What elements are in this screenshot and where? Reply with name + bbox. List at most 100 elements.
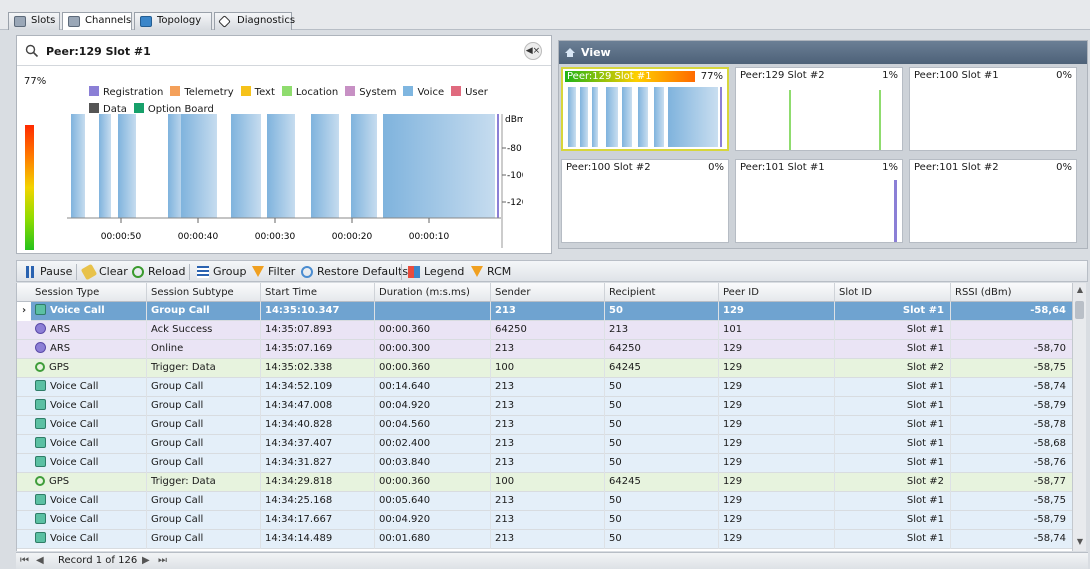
last-record-icon[interactable]: ⏭ [158,555,167,566]
table-cell: 213 [491,340,605,359]
table-cell: 50 [605,397,719,416]
activity-bar [311,114,339,218]
next-record-icon[interactable]: ▶ [142,555,150,566]
cell-text: Voice Call [50,533,99,544]
filter-button[interactable]: Filter [252,264,295,280]
cell-text: -58,64 [1030,305,1066,316]
column-header[interactable]: Slot ID [835,283,951,302]
rcm-button[interactable]: RCM [471,264,511,280]
restore-defaults-button[interactable]: Restore Defaults [301,264,408,280]
table-row[interactable]: Voice Call Group Call 14:34:17.667 00:04.92… [17,511,1072,530]
cell-text: Trigger: Data [151,476,216,487]
cell-text: Voice Call [50,495,99,506]
cell-text: 14:35:07.169 [265,343,333,354]
scroll-up-icon[interactable]: ▲ [1073,285,1087,297]
cell-text: 14:34:29.818 [265,476,333,487]
tile-peer100-slot1[interactable]: Peer:100 Slot #1 0% [909,67,1077,151]
legend-icon [408,266,420,278]
table-cell: Group Call [147,530,261,549]
first-record-icon[interactable]: ⏮ [20,555,29,566]
column-header[interactable]: Session Type [31,283,147,302]
cell-text: 14:34:37.407 [265,438,333,449]
pause-button[interactable]: Pause [24,264,72,280]
chart-legend: Registration Telemetry Text Location System V… [89,84,529,118]
cell-text: Group Call [151,533,204,544]
table-row[interactable]: GPS Trigger: Data 14:34:29.818 00:00.360 100… [17,473,1072,492]
activity-bar [231,114,261,218]
cell-text: -58,77 [1033,476,1066,487]
table-row[interactable]: Voice Call Group Call 14:34:25.168 00:05.64… [17,492,1072,511]
mute-icon[interactable]: ◀× [524,42,542,60]
activity-bar [99,114,111,218]
legend-swatch [89,103,99,113]
column-header[interactable]: Peer ID [719,283,835,302]
reload-button[interactable]: Reload [132,264,185,280]
tile-peer129-slot1[interactable]: Peer:129 Slot #1 77% [561,67,729,151]
table-row[interactable]: ARS Ack Success 14:35:07.893 00:00.360 64250… [17,321,1072,340]
cell-text: Voice Call [50,419,99,430]
table-cell: 00:03.840 [375,454,491,473]
clear-button[interactable]: Clear [80,263,128,281]
table-row[interactable]: Voice Call Group Call 14:34:31.827 00:03.84… [17,454,1072,473]
cell-text: Voice Call [50,400,99,411]
tab-topology[interactable]: Topology [134,12,212,30]
tile-peer101-slot2[interactable]: Peer:101 Slot #2 0% [909,159,1077,243]
scroll-thumb[interactable] [1075,301,1084,319]
cell-text: Group Call [151,514,204,525]
search-icon[interactable] [25,44,39,58]
table-row[interactable]: › Voice Call Group Call 14:35:10.347 213 50 12… [17,302,1072,321]
column-header[interactable]: Session Subtype [147,283,261,302]
column-header[interactable]: RSSI (dBm) [951,283,1072,302]
column-header[interactable]: Recipient [605,283,719,302]
table-row[interactable]: ARS Online 14:35:07.169 00:00.300 213 64250 12… [17,340,1072,359]
grid-vertical-scrollbar[interactable]: ▲ ▼ [1072,283,1086,551]
cell-text: 50 [609,457,622,468]
table-cell: 129 [719,416,835,435]
tile-name: Peer:100 Slot #2 [566,162,651,173]
view-title: View [581,46,611,59]
column-header[interactable]: Duration (m:s.ms) [375,283,491,302]
legend-button[interactable]: Legend [408,264,464,280]
table-cell: 129 [719,302,835,321]
table-cell: 64250 [605,340,719,359]
tab-slots[interactable]: Slots [8,12,60,30]
table-row[interactable]: Voice Call Group Call 14:34:52.109 00:14.64… [17,378,1072,397]
table-cell: 00:01.680 [375,530,491,549]
table-cell: 129 [719,359,835,378]
table-row[interactable]: Voice Call Group Call 14:34:47.008 00:04.92… [17,397,1072,416]
filter-label: Filter [268,265,296,278]
y-tick-label: -80 [507,144,522,154]
tile-peer129-slot2[interactable]: Peer:129 Slot #2 1% [735,67,903,151]
tile-peer100-slot2[interactable]: Peer:100 Slot #2 0% [561,159,729,243]
prev-record-icon[interactable]: ◀ [36,555,44,566]
cell-text: Trigger: Data [151,362,216,373]
tab-label: Slots [31,15,56,26]
scroll-down-icon[interactable]: ▼ [1073,537,1087,549]
reload-icon [132,266,144,278]
table-cell: Slot #1 [835,530,951,549]
table-row[interactable]: Voice Call Group Call 14:34:40.828 00:04.56… [17,416,1072,435]
column-header[interactable]: Sender [491,283,605,302]
tab-diagnostics[interactable]: Diagnostics [214,12,295,30]
group-label: Group [213,265,247,278]
cell-text: 100 [495,362,515,373]
table-cell: 213 [491,492,605,511]
table-cell: -58,78 [951,416,1072,435]
table-row[interactable]: Voice Call Group Call 14:34:14.489 00:01.68… [17,530,1072,549]
tab-channels[interactable]: Channels [62,12,132,30]
table-cell: Voice Call [31,435,147,454]
pause-label: Pause [40,265,73,278]
table-row[interactable]: Voice Call Group Call 14:34:37.407 00:02.40… [17,435,1072,454]
table-cell: Group Call [147,511,261,530]
grid-header: Session Type Session Subtype Start Time Dur… [17,283,1072,302]
tile-peer101-slot1[interactable]: Peer:101 Slot #1 1% [735,159,903,243]
group-button[interactable]: Group [197,264,247,280]
cell-text: Group Call [151,419,204,430]
tile-mark [789,90,791,150]
table-row[interactable]: GPS Trigger: Data 14:35:02.338 00:00.360 100… [17,359,1072,378]
cell-text: 129 [723,438,743,449]
table-cell: -58,64 [951,302,1072,321]
tab-bar: Slots Channels Topology Diagnostics [0,0,1090,30]
table-cell: Voice Call [31,530,147,549]
column-header[interactable]: Start Time [261,283,375,302]
